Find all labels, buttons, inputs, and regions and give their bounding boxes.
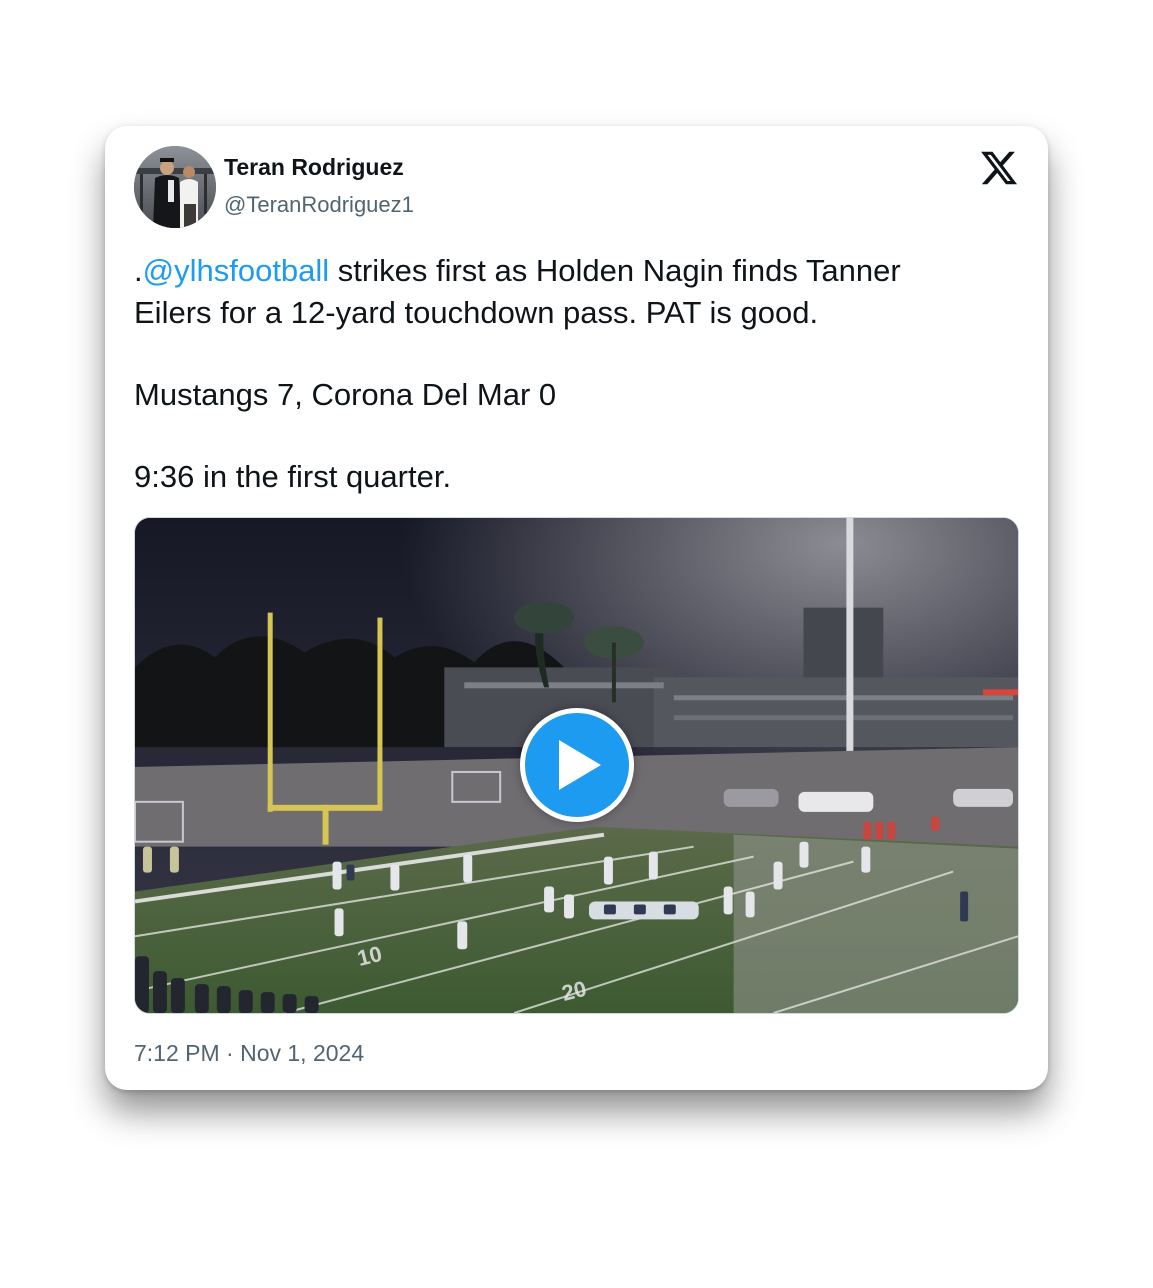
score-line: Mustangs 7, Corona Del Mar 0 bbox=[134, 377, 557, 412]
tweet-timestamp[interactable]: 7:12 PM · Nov 1, 2024 bbox=[134, 1040, 364, 1067]
author-handle[interactable]: @TeranRodriguez1 bbox=[224, 192, 414, 218]
mention-link[interactable]: @ylhsfootball bbox=[143, 253, 330, 288]
tweet-text-line-1: .@ylhsfootball strikes first as Holden N… bbox=[134, 250, 1014, 292]
tweet-text: .@ylhsfootball strikes first as Holden N… bbox=[134, 250, 1014, 498]
tweet-text-line-2: Eilers for a 12-yard touchdown pass. PAT… bbox=[134, 295, 819, 330]
text-line1-rest: strikes first as Holden Nagin finds Tann… bbox=[329, 253, 901, 288]
text-prefix: . bbox=[134, 253, 143, 288]
x-logo-icon[interactable] bbox=[978, 148, 1020, 188]
avatar-photo bbox=[134, 146, 216, 228]
time-line: 9:36 in the first quarter. bbox=[134, 459, 452, 494]
video-player[interactable]: 10 20 bbox=[134, 517, 1019, 1014]
tweet-card: Teran Rodriguez @TeranRodriguez1 .@ylhsf… bbox=[105, 126, 1048, 1090]
author-avatar[interactable] bbox=[134, 146, 216, 228]
play-button[interactable] bbox=[520, 708, 634, 822]
play-icon bbox=[559, 740, 601, 790]
author-display-name[interactable]: Teran Rodriguez bbox=[224, 154, 404, 181]
